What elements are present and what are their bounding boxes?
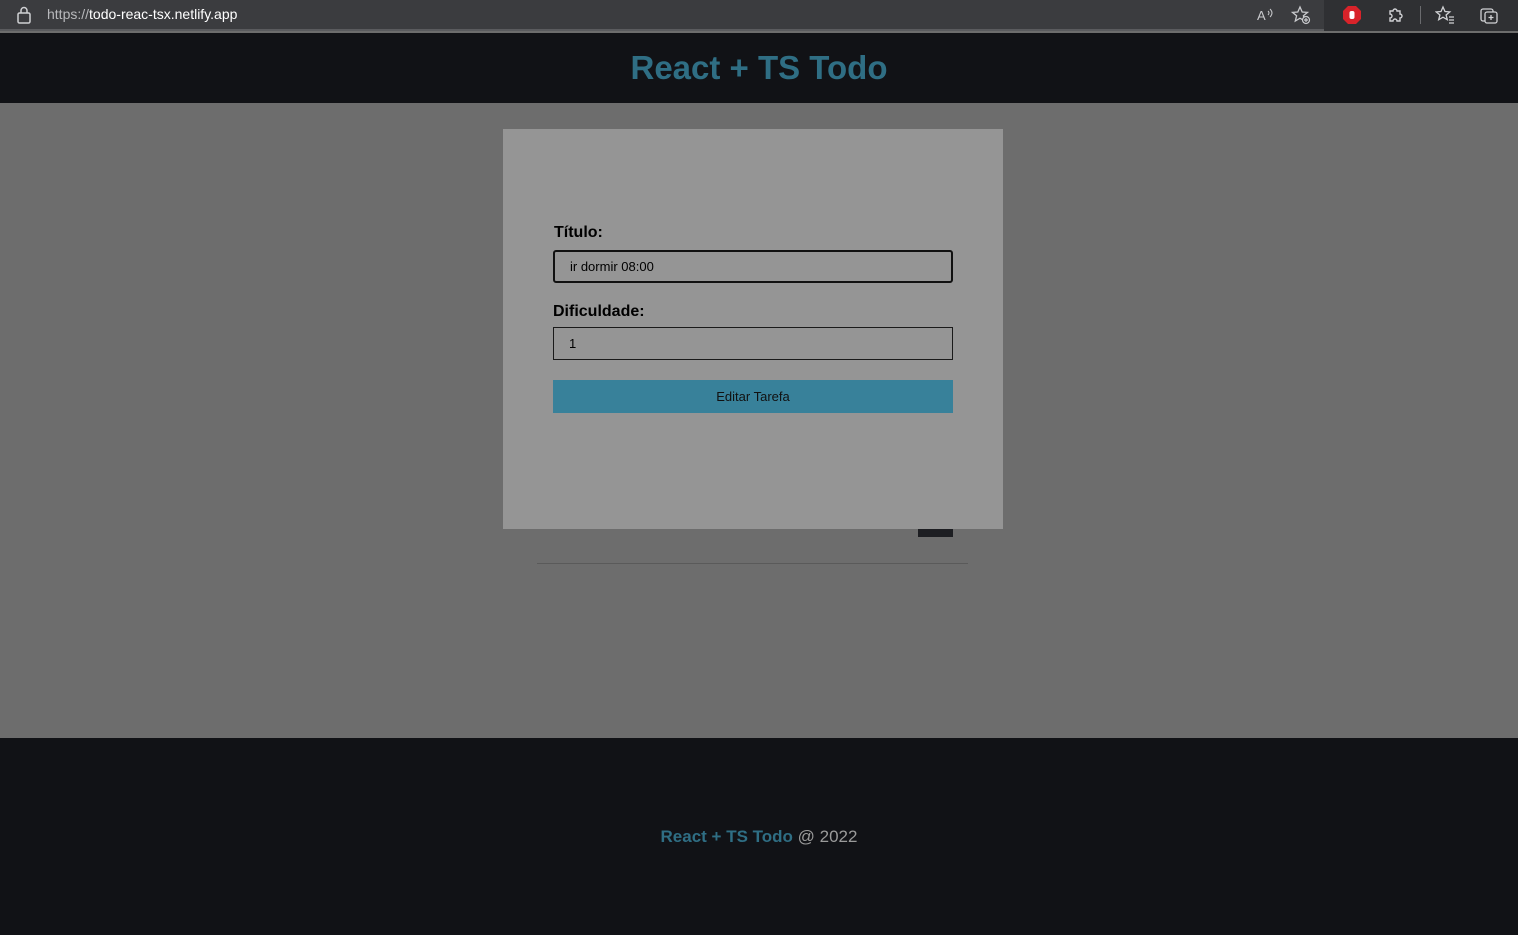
svg-text:A: A: [1257, 8, 1266, 23]
adblock-icon[interactable]: [1341, 4, 1363, 26]
extensions-icon[interactable]: [1385, 4, 1407, 26]
difficulty-input-value: 1: [569, 336, 577, 351]
app-title: React + TS Todo: [630, 49, 888, 86]
footer-text: React + TS Todo @ 2022: [661, 827, 858, 847]
app-footer: React + TS Todo @ 2022: [0, 738, 1518, 935]
todo-action-button: [918, 528, 953, 537]
url-scheme: https://: [47, 6, 90, 22]
toolbar-separator: [1420, 6, 1421, 24]
title-label: Título:: [554, 224, 603, 241]
favorites-icon[interactable]: [1434, 4, 1456, 26]
edit-task-modal: Título: ir dormir 08:00 Dificuldade: 1 E…: [503, 129, 1003, 529]
difficulty-input[interactable]: 1: [553, 327, 953, 360]
difficulty-label: Dificuldade:: [553, 303, 645, 320]
app-header: React + TS Todo: [0, 33, 1518, 103]
footer-copyright: @ 2022: [797, 826, 858, 846]
collections-icon[interactable]: [1478, 4, 1500, 26]
add-favorite-icon[interactable]: [1290, 4, 1312, 26]
address-bar[interactable]: https://todo-reac-tsx.netlify.app: [47, 6, 237, 22]
list-divider: [537, 563, 968, 564]
lock-icon[interactable]: [16, 6, 32, 24]
footer-brand: React + TS Todo: [660, 826, 793, 846]
browser-toolbar: https://todo-reac-tsx.netlify.app A: [0, 0, 1518, 31]
title-input-value: ir dormir 08:00: [570, 259, 654, 274]
title-input[interactable]: ir dormir 08:00: [553, 250, 953, 283]
url-host: todo-reac-tsx.netlify.app: [89, 6, 238, 22]
read-aloud-icon[interactable]: A: [1254, 4, 1276, 26]
edit-task-button[interactable]: Editar Tarefa: [553, 380, 953, 413]
